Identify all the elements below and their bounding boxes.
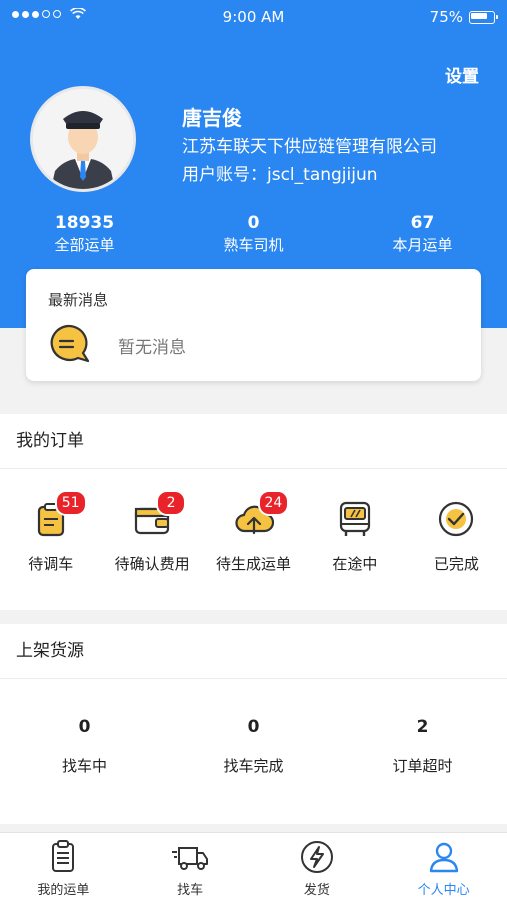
order-in-transit[interactable]: 在途中 bbox=[304, 499, 405, 574]
lightning-icon bbox=[300, 841, 333, 873]
my-orders-section: 我的订单 51 待调车 2 待确认费用 24 待生成运单 在途中 已完成 bbox=[0, 414, 507, 610]
tab-label: 找车 bbox=[177, 883, 204, 898]
user-company: 江苏车联天下供应链管理有限公司 bbox=[182, 137, 437, 157]
account-label: 用户账号： bbox=[182, 165, 267, 185]
waybill-icon bbox=[52, 840, 75, 872]
stat-label: 全部运单 bbox=[54, 236, 115, 254]
tab-label: 发货 bbox=[303, 883, 330, 898]
avatar[interactable] bbox=[30, 86, 136, 192]
battery-percent: 75% bbox=[429, 8, 463, 26]
messages-empty-text: 暂无消息 bbox=[118, 338, 186, 358]
order-label: 在途中 bbox=[332, 555, 378, 573]
stat-value: 18935 bbox=[54, 213, 115, 233]
order-confirm-fee[interactable]: 2 待确认费用 bbox=[101, 490, 202, 574]
order-pending-dispatch[interactable]: 51 待调车 bbox=[0, 490, 101, 574]
count-badge: 2 bbox=[156, 490, 187, 516]
goods-label: 找车完成 bbox=[223, 757, 284, 775]
order-label: 待确认费用 bbox=[114, 555, 190, 573]
order-label: 已完成 bbox=[433, 555, 479, 573]
truck-icon bbox=[172, 847, 209, 870]
stat-label: 本月运单 bbox=[392, 236, 453, 254]
goods-count: 0 bbox=[78, 717, 91, 737]
check-circle-icon bbox=[439, 501, 474, 537]
goods-truck-found[interactable]: 0 找车完成 bbox=[169, 717, 338, 776]
tab-label: 我的运单 bbox=[37, 883, 90, 898]
tab-my-waybills[interactable]: 我的运单 bbox=[0, 833, 127, 901]
count-badge: 51 bbox=[54, 490, 87, 516]
stat-month-waybills[interactable]: 67 本月运单 bbox=[338, 212, 507, 256]
bottom-tab-bar: 我的运单 找车 发货 个人中心 bbox=[0, 832, 507, 901]
goods-finding-truck[interactable]: 0 找车中 bbox=[0, 717, 169, 776]
order-pending-waybill[interactable]: 24 待生成运单 bbox=[203, 490, 304, 574]
count-badge: 24 bbox=[257, 490, 290, 516]
status-bar: 9:00 AM 75% bbox=[0, 0, 507, 34]
section-title: 上架货源 bbox=[0, 624, 507, 679]
section-title: 我的订单 bbox=[0, 414, 507, 469]
settings-button[interactable]: 设置 bbox=[445, 62, 479, 87]
goods-order-timeout[interactable]: 2 订单超时 bbox=[338, 717, 507, 776]
stat-familiar-drivers[interactable]: 0 熟车司机 bbox=[169, 212, 338, 256]
latest-messages-card[interactable]: 最新消息 暂无消息 bbox=[26, 269, 481, 381]
messages-title: 最新消息 bbox=[48, 291, 109, 309]
stats-row: 18935 全部运单 0 熟车司机 67 本月运单 bbox=[0, 212, 507, 256]
stat-all-waybills[interactable]: 18935 全部运单 bbox=[0, 212, 169, 256]
user-icon bbox=[429, 842, 458, 873]
stat-label: 熟车司机 bbox=[223, 236, 284, 254]
account-value: jscl_tangjijun bbox=[267, 165, 378, 185]
goods-label: 找车中 bbox=[61, 757, 107, 775]
goods-label: 订单超时 bbox=[392, 757, 453, 775]
order-label: 待生成运单 bbox=[216, 555, 292, 573]
bus-icon bbox=[339, 501, 371, 536]
user-name: 唐吉俊 bbox=[182, 106, 242, 130]
battery-icon bbox=[469, 10, 498, 24]
goods-count: 0 bbox=[247, 717, 260, 737]
order-completed[interactable]: 已完成 bbox=[406, 499, 507, 574]
stat-value: 67 bbox=[410, 213, 435, 233]
goods-count: 2 bbox=[416, 717, 429, 737]
tab-ship[interactable]: 发货 bbox=[254, 833, 381, 901]
tab-label: 个人中心 bbox=[417, 883, 470, 898]
user-account: 用户账号：jscl_tangjijun bbox=[182, 160, 378, 185]
tab-personal-center[interactable]: 个人中心 bbox=[380, 833, 507, 901]
listed-goods-section: 上架货源 0 找车中 0 找车完成 2 订单超时 bbox=[0, 624, 507, 824]
stat-value: 0 bbox=[247, 213, 260, 233]
order-label: 待调车 bbox=[28, 555, 74, 573]
chat-bubble-icon bbox=[50, 324, 90, 363]
driver-avatar-icon bbox=[33, 89, 133, 189]
tab-find-truck[interactable]: 找车 bbox=[127, 833, 254, 901]
